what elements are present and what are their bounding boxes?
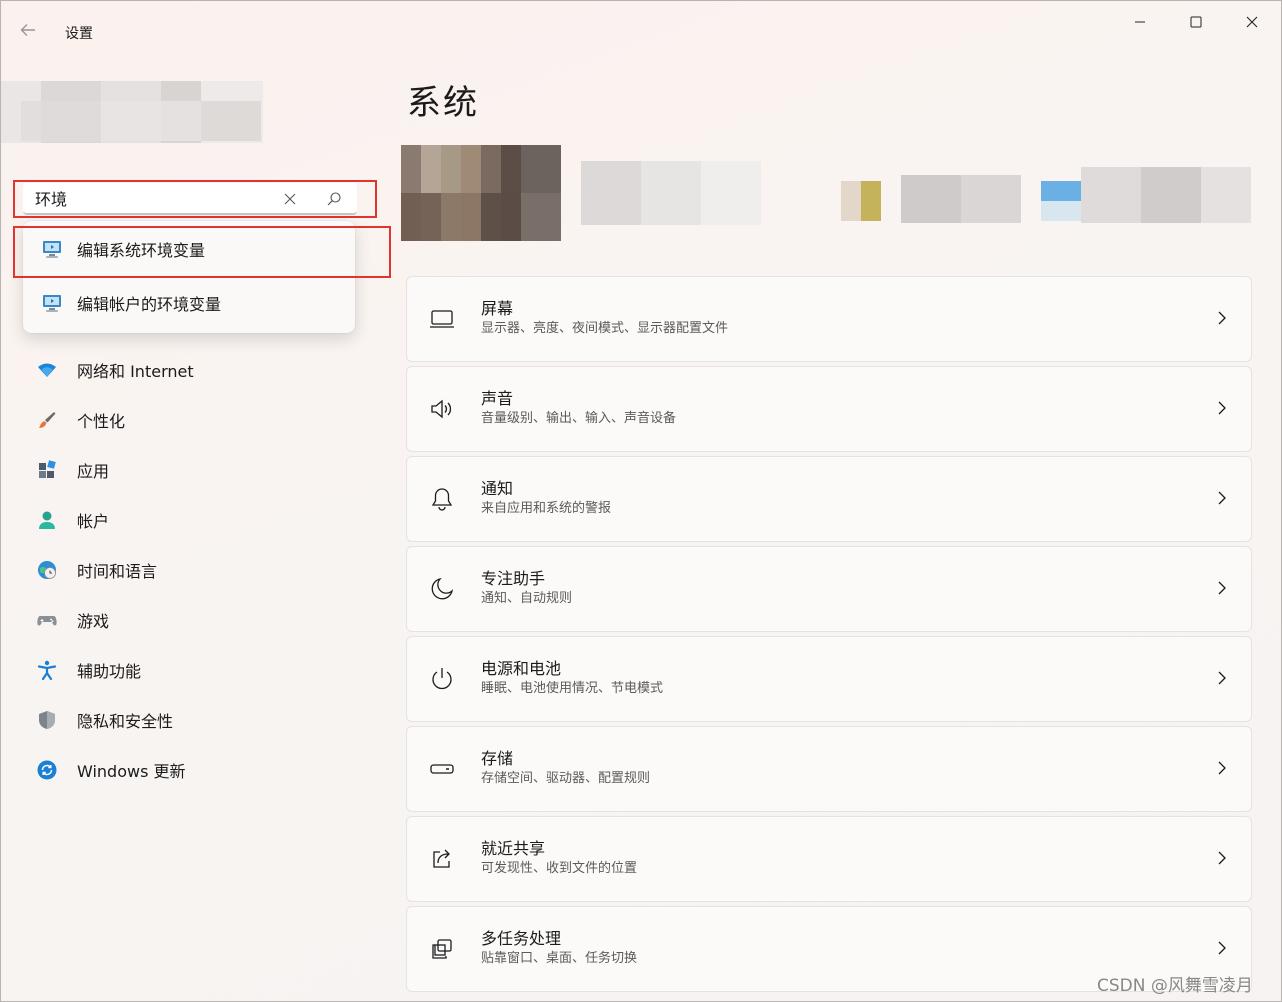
card-title: 就近共享 (481, 839, 546, 858)
sidebar: 编辑系统环境变量 编辑帐户的环境变量 网络和 Internet 个性化 应用 (1, 59, 391, 1002)
sidebar-item-accounts[interactable]: 帐户 (23, 495, 363, 545)
update-icon (37, 760, 57, 780)
sidebar-item-privacy-security[interactable]: 隐私和安全性 (23, 695, 363, 745)
card-notifications[interactable]: 通知来自应用和系统的警报 (407, 457, 1251, 541)
card-title: 多任务处理 (481, 929, 562, 948)
back-button[interactable] (19, 21, 45, 45)
chevron-right-icon (1218, 491, 1226, 505)
system-properties-icon (43, 295, 61, 312)
sidebar-item-accessibility[interactable]: 辅助功能 (23, 645, 363, 695)
sidebar-item-label: 时间和语言 (77, 562, 158, 581)
card-title: 屏幕 (481, 299, 514, 318)
storage-icon (430, 764, 454, 774)
close-icon (1246, 16, 1258, 28)
card-subtitle: 通知、自动规则 (481, 591, 573, 606)
sidebar-item-label: 网络和 Internet (77, 362, 194, 381)
sidebar-item-apps[interactable]: 应用 (23, 445, 363, 495)
chevron-right-icon (1218, 851, 1226, 865)
card-subtitle: 睡眠、电池使用情况、节电模式 (481, 681, 664, 696)
multitask-icon (432, 939, 452, 959)
sidebar-item-label: 个性化 (77, 412, 126, 431)
app-title: 设置 (65, 26, 93, 42)
shield-icon (39, 711, 55, 729)
sidebar-item-time-language[interactable]: 时间和语言 (23, 545, 363, 595)
chevron-right-icon (1218, 761, 1226, 775)
share-icon (433, 849, 450, 868)
person-icon (39, 511, 55, 529)
sidebar-item-label: 游戏 (77, 612, 110, 631)
arrow-left-icon (20, 24, 35, 36)
power-icon (432, 668, 452, 690)
accessibility-icon (37, 660, 57, 681)
card-nearby-sharing[interactable]: 就近共享可发现性、收到文件的位置 (407, 817, 1251, 901)
device-info-blurred (401, 145, 1261, 245)
monitor-icon (430, 310, 454, 328)
wifi-icon (38, 363, 56, 377)
sidebar-item-gaming[interactable]: 游戏 (23, 595, 363, 645)
brush-icon (39, 412, 56, 428)
close-button[interactable] (1229, 11, 1275, 33)
card-subtitle: 显示器、亮度、夜间模式、显示器配置文件 (481, 321, 729, 336)
sidebar-item-network[interactable]: 网络和 Internet (23, 345, 363, 395)
sidebar-item-label: 帐户 (77, 512, 110, 531)
apps-icon (39, 460, 56, 478)
speaker-icon (431, 399, 452, 419)
search-result-edit-account-env[interactable]: 编辑帐户的环境变量 (23, 278, 355, 328)
sidebar-item-label: 应用 (77, 462, 110, 481)
user-profile-blurred[interactable] (1, 81, 263, 143)
sidebar-item-personalization[interactable]: 个性化 (23, 395, 363, 445)
card-subtitle: 可发现性、收到文件的位置 (481, 861, 638, 876)
card-display[interactable]: 屏幕显示器、亮度、夜间模式、显示器配置文件 (407, 277, 1251, 361)
sidebar-item-label: Windows 更新 (77, 762, 186, 781)
gamepad-icon (37, 616, 57, 626)
card-focus-assist[interactable]: 专注助手通知、自动规则 (407, 547, 1251, 631)
card-title: 专注助手 (481, 569, 546, 588)
sidebar-item-label: 辅助功能 (77, 662, 142, 681)
minimize-icon (1135, 21, 1145, 23)
chevron-right-icon (1218, 671, 1226, 685)
page-title: 系统 (407, 83, 479, 123)
chevron-right-icon (1218, 941, 1226, 955)
settings-window: 设置 编辑系统环境变量 (0, 0, 1282, 1002)
result-annotation-box (13, 226, 391, 278)
sidebar-nav: 网络和 Internet 个性化 应用 帐户 时间和语言 游戏 辅助功能 隐私和… (23, 345, 363, 795)
chevron-right-icon (1218, 581, 1226, 595)
card-subtitle: 来自应用和系统的警报 (481, 501, 612, 516)
search-result-label: 编辑帐户的环境变量 (77, 295, 222, 314)
watermark: CSDN @风舞雪凌月 (1097, 976, 1253, 996)
card-power-battery[interactable]: 电源和电池睡眠、电池使用情况、节电模式 (407, 637, 1251, 721)
minimize-button[interactable] (1117, 11, 1163, 33)
chevron-right-icon (1218, 401, 1226, 415)
card-title: 电源和电池 (481, 659, 562, 678)
card-storage[interactable]: 存储存储空间、驱动器、配置规则 (407, 727, 1251, 811)
title-bar: 设置 (1, 1, 1281, 59)
sidebar-item-label: 隐私和安全性 (77, 712, 174, 731)
chevron-right-icon (1218, 311, 1226, 325)
card-title: 声音 (481, 389, 514, 408)
card-subtitle: 音量级别、输出、输入、声音设备 (481, 411, 677, 426)
maximize-button[interactable] (1173, 11, 1219, 33)
sidebar-item-windows-update[interactable]: Windows 更新 (23, 745, 363, 795)
card-title: 存储 (481, 749, 514, 768)
globe-clock-icon (38, 561, 56, 579)
card-sound[interactable]: 声音音量级别、输出、输入、声音设备 (407, 367, 1251, 451)
card-title: 通知 (481, 479, 514, 498)
bell-icon (431, 488, 453, 511)
maximize-icon (1190, 16, 1202, 28)
moon-icon (431, 577, 454, 600)
card-subtitle: 存储空间、驱动器、配置规则 (481, 771, 651, 786)
main-content: 系统 屏幕显示器、亮度、夜间模式、显示器配置文件 声音音量级别、输出、输入、声音… (391, 59, 1281, 1002)
search-annotation-box (13, 180, 377, 218)
card-subtitle: 贴靠窗口、桌面、任务切换 (481, 951, 638, 966)
